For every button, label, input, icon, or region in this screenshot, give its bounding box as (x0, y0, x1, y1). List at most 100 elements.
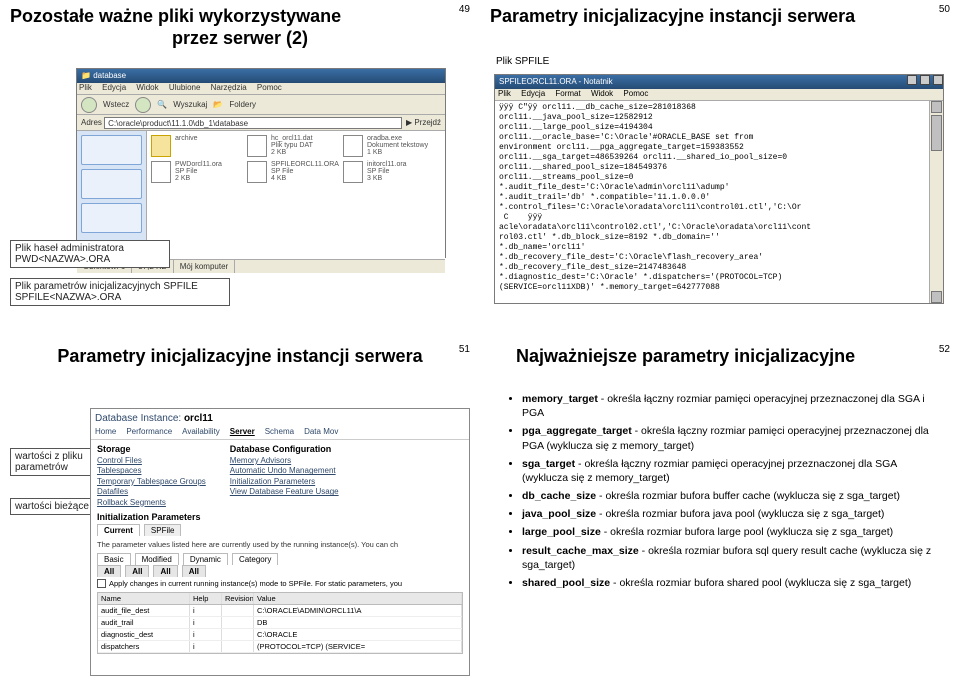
menu-help[interactable]: Pomoc (623, 89, 648, 98)
go-button[interactable]: ▶ Przejdź (402, 118, 445, 127)
list-item: java_pool_size - określa rozmiar bufora … (522, 507, 942, 521)
minimize-icon[interactable] (907, 75, 917, 85)
table-row[interactable]: audit_trail i DB (98, 617, 462, 629)
maximize-icon[interactable] (920, 75, 930, 85)
cell-value[interactable]: C:\ORACLE (254, 629, 462, 640)
col-revisions[interactable]: Revisions (222, 593, 254, 604)
param-name: result_cache_max_size (522, 545, 639, 557)
cat-basic[interactable]: Basic (97, 553, 131, 565)
text-content[interactable]: ÿÿÿ C"ÿÿ orcl11.__db_cache_size=28101836… (495, 101, 943, 301)
title-line1: Pozostałe ważne pliki wykorzystywane (10, 6, 341, 26)
scroll-thumb[interactable] (931, 115, 942, 151)
file-list: archive hc_orcl11.datPlik typu DAT 2 KB … (147, 131, 445, 259)
link-feature-usage[interactable]: View Database Feature Usage (230, 487, 339, 497)
cell-help[interactable]: i (190, 641, 222, 652)
link-tablespaces[interactable]: Tablespaces (97, 466, 206, 476)
table-row[interactable]: dispatchers i (PROTOCOL=TCP) (SERVICE= (98, 641, 462, 653)
close-icon[interactable] (933, 75, 943, 85)
list-item: sga_target - określa łączny rozmiar pami… (522, 457, 942, 485)
link-datafiles[interactable]: Datafiles (97, 487, 206, 497)
file-item[interactable]: PWDorcl11.oraSP File 2 KB (151, 161, 237, 183)
status-location: Mój komputer (174, 260, 235, 273)
toolbar: Wstecz 🔍 Wyszukaj 📂 Foldery (77, 95, 445, 115)
scroll-down-icon[interactable] (931, 291, 942, 303)
task-block[interactable] (81, 203, 142, 233)
menubar[interactable]: Plik Edycja Format Widok Pomoc (495, 89, 943, 101)
cat-all[interactable]: All (125, 565, 149, 577)
address-input[interactable]: C:\oracle\product\11.1.0\db_1\database (104, 117, 402, 129)
file-item[interactable]: SPFILEORCL11.ORASP File 4 KB (247, 161, 333, 183)
tab-home[interactable]: Home (95, 427, 116, 436)
cell-value[interactable]: DB (254, 617, 462, 628)
slide-title: Najważniejsze parametry inicjalizacyjne (490, 346, 950, 368)
file-icon (151, 161, 171, 183)
menu-view[interactable]: Widok (136, 83, 158, 92)
table-row[interactable]: diagnostic_dest i C:\ORACLE (98, 629, 462, 641)
link-undo-mgmt[interactable]: Automatic Undo Management (230, 466, 339, 476)
menu-file[interactable]: Plik (498, 89, 511, 98)
subtab-current[interactable]: Current (97, 524, 140, 536)
cat-all[interactable]: All (153, 565, 177, 577)
menu-view[interactable]: Widok (591, 89, 613, 98)
scroll-up-icon[interactable] (931, 101, 942, 113)
link-memory-advisors[interactable]: Memory Advisors (230, 456, 339, 466)
tab-availability[interactable]: Availability (182, 427, 220, 436)
checkbox[interactable] (97, 579, 106, 588)
back-button[interactable] (81, 97, 97, 113)
param-name: db_cache_size (522, 490, 596, 502)
col-help[interactable]: Help (190, 593, 222, 604)
cell-help[interactable]: i (190, 605, 222, 616)
task-block[interactable] (81, 135, 142, 165)
cell-value[interactable]: (PROTOCOL=TCP) (SERVICE= (254, 641, 462, 652)
list-item: pga_aggregate_target - określa łączny ro… (522, 424, 942, 452)
file-item[interactable]: initorcl11.oraSP File 3 KB (343, 161, 429, 183)
file-item[interactable]: hc_orcl11.datPlik typu DAT 2 KB (247, 135, 333, 157)
cat-dynamic[interactable]: Dynamic (183, 553, 228, 565)
subtab-spfile[interactable]: SPFile (144, 524, 182, 536)
menu-edit[interactable]: Edycja (102, 83, 126, 92)
menu-fav[interactable]: Ulubione (169, 83, 201, 92)
slide-number: 49 (459, 4, 470, 15)
link-control-files[interactable]: Control Files (97, 456, 206, 466)
cell-help[interactable]: i (190, 629, 222, 640)
tab-performance[interactable]: Performance (126, 427, 172, 436)
cat-modified[interactable]: Modified (135, 553, 179, 565)
col-name[interactable]: Name (98, 593, 190, 604)
tab-schema[interactable]: Schema (265, 427, 294, 436)
slide-50: 50 Parametry inicjalizacyjne instancji s… (480, 0, 960, 340)
title-line2: przez serwer (2) (10, 28, 470, 50)
window-buttons (906, 75, 943, 89)
folders-label: Foldery (229, 100, 256, 109)
cell-value[interactable]: C:\ORACLE\ADMIN\ORCL11\A (254, 605, 462, 616)
file-item[interactable]: oradba.exeDokument tekstowy 1 KB (343, 135, 429, 157)
menu-help[interactable]: Pomoc (257, 83, 282, 92)
crumb-instance: orcl11 (184, 413, 213, 424)
window-title: SPFILEORCL11.ORA - Notatnik (499, 75, 613, 89)
slide-number: 52 (939, 344, 950, 355)
tab-datamov[interactable]: Data Mov (304, 427, 338, 436)
menu-format[interactable]: Format (555, 89, 580, 98)
search-icon[interactable]: 🔍 (157, 100, 167, 109)
link-rollback[interactable]: Rollback Segments (97, 498, 206, 508)
cat-all[interactable]: All (182, 565, 206, 577)
menubar[interactable]: Plik Edycja Widok Ulubione Narzędzia Pom… (77, 83, 445, 95)
tab-server[interactable]: Server (230, 427, 255, 436)
link-temp-groups[interactable]: Temporary Tablespace Groups (97, 477, 206, 487)
menu-file[interactable]: Plik (79, 83, 92, 92)
menu-edit[interactable]: Edycja (521, 89, 545, 98)
file-item[interactable]: archive (151, 135, 237, 157)
table-row[interactable]: audit_file_dest i C:\ORACLE\ADMIN\ORCL11… (98, 605, 462, 617)
slide-title: Pozostałe ważne pliki wykorzystywane prz… (10, 6, 470, 49)
menu-tools[interactable]: Narzędzia (211, 83, 247, 92)
scrollbar[interactable] (929, 101, 943, 303)
col-value[interactable]: Value (254, 593, 462, 604)
forward-button[interactable] (135, 97, 151, 113)
task-block[interactable] (81, 169, 142, 199)
file-name: oradba.exe (367, 135, 428, 142)
cell-help[interactable]: i (190, 617, 222, 628)
cat-all[interactable]: All (97, 565, 121, 577)
folders-icon[interactable]: 📂 (213, 100, 223, 109)
link-init-params[interactable]: Initialization Parameters (230, 477, 339, 487)
cat-category[interactable]: Category (232, 553, 278, 565)
section-heading: Initialization Parameters (91, 510, 469, 524)
